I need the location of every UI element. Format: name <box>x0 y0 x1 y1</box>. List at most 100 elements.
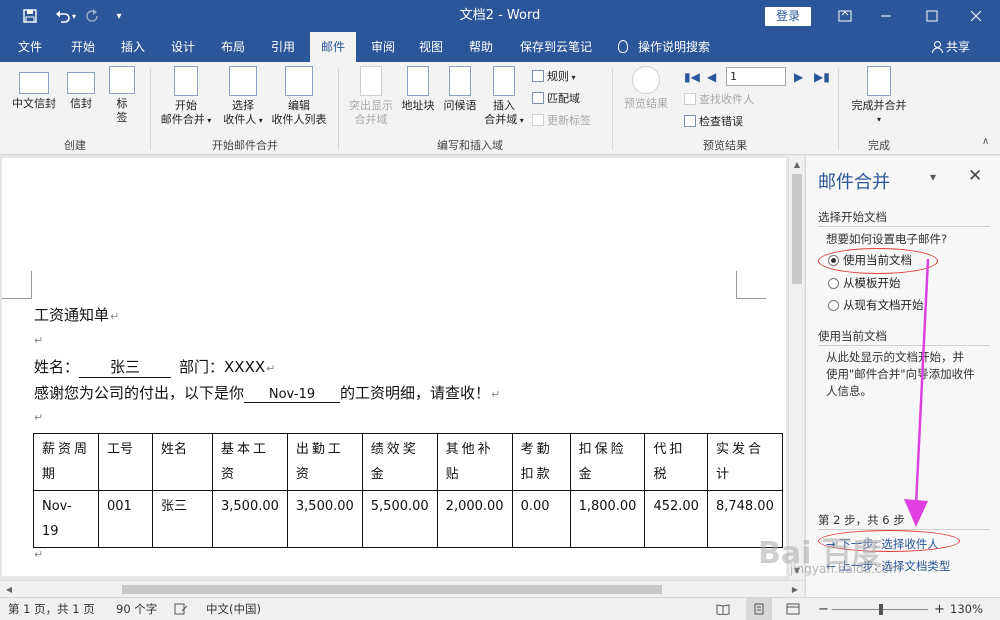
scroll-right-icon[interactable]: ▶ <box>788 581 802 598</box>
table-row: Nov- 19 001 张三 3,500.00 3,500.00 5,500.00… <box>33 490 783 548</box>
proofing-icon[interactable] <box>174 598 188 620</box>
tab-layout[interactable]: 布局 <box>210 32 256 62</box>
redo-icon[interactable] <box>82 0 104 32</box>
ribbon-tabs: 文件 开始 插入 设计 布局 引用 邮件 审阅 视图 帮助 保存到云笔记 操作说… <box>0 32 1000 62</box>
tab-help[interactable]: 帮助 <box>458 32 504 62</box>
read-mode-icon[interactable] <box>716 598 730 620</box>
zoom-in-icon[interactable]: + <box>934 598 945 620</box>
edit-recipient-list-label-2: 收件人列表 <box>271 113 327 126</box>
print-layout-icon[interactable] <box>746 598 772 620</box>
table-cell: 其他补贴 <box>436 433 513 491</box>
tab-insert[interactable]: 插入 <box>110 32 156 62</box>
group-separator <box>612 68 613 150</box>
zoom-slider-handle[interactable] <box>879 604 883 615</box>
zoom-out-icon[interactable]: − <box>818 598 829 620</box>
zoom-level[interactable]: 130% <box>950 598 983 620</box>
table-cell: 考勤 扣款 <box>511 433 571 491</box>
insert-merge-field-button[interactable]: 插入 合并域 ▾ <box>480 66 528 128</box>
table-cell: 工号 <box>98 433 153 491</box>
minimize-icon[interactable] <box>866 0 906 32</box>
tab-save-to-cloud-notes[interactable]: 保存到云笔记 <box>510 32 602 62</box>
share-button[interactable]: 共享 <box>932 32 970 62</box>
table-cell: 1,800.00 <box>569 490 646 548</box>
select-recipients-button[interactable]: 选择 收件人 ▾ <box>218 66 268 128</box>
status-bar: 第 1 页，共 1 页 90 个字 中文(中国) − + 130% <box>0 597 1000 620</box>
highlight-merge-fields-label-2: 合并域 <box>354 113 388 126</box>
pane-title: 邮件合并 <box>818 172 890 193</box>
collapse-ribbon-icon[interactable]: ∧ <box>982 136 989 147</box>
horizontal-scroll-thumb[interactable] <box>122 585 662 594</box>
pane-close-icon[interactable]: ✕ <box>968 166 982 186</box>
document-area: 工资通知单↵ ↵ 姓名： 张三 部门：XXXX↵ 感谢您为公司的付出，以下是你 Nov… <box>0 156 788 580</box>
last-record-icon[interactable]: ▶▮ <box>814 70 830 84</box>
envelope-label: 信封 <box>70 97 92 110</box>
customize-qat-icon[interactable]: ▾ <box>110 0 128 32</box>
pane-divider <box>818 226 990 227</box>
highlight-fields-icon <box>360 66 382 96</box>
envelope-icon <box>67 72 95 94</box>
horizontal-scrollbar[interactable]: ◀ ▶ <box>0 580 804 597</box>
close-icon[interactable] <box>956 0 996 32</box>
address-block-label: 地址块 <box>401 99 435 112</box>
start-mail-merge-button[interactable]: 开始 邮件合并 ▾ <box>158 66 214 128</box>
preview-results-button[interactable]: 预览结果 <box>618 66 674 111</box>
pane-options-icon[interactable]: ▾ <box>930 170 936 184</box>
tab-file[interactable]: 文件 <box>8 32 52 62</box>
tab-mailings[interactable]: 邮件 <box>310 32 356 62</box>
save-icon[interactable] <box>18 0 42 32</box>
table-cell: 薪资周期 <box>33 433 99 491</box>
vertical-scroll-thumb[interactable] <box>792 174 802 284</box>
word-count[interactable]: 90 个字 <box>116 598 157 620</box>
previous-record-icon[interactable]: ◀ <box>707 70 716 84</box>
address-block-button[interactable]: 地址块 <box>398 66 438 113</box>
login-button[interactable]: 登录 <box>765 7 811 26</box>
greeting-line-label: 问候语 <box>443 99 477 112</box>
record-number-input[interactable]: 1 <box>726 67 786 86</box>
select-recipients-label-1: 选择 <box>232 99 254 112</box>
first-record-icon[interactable]: ▮◀ <box>684 70 700 84</box>
tab-home[interactable]: 开始 <box>60 32 106 62</box>
tab-design[interactable]: 设计 <box>160 32 206 62</box>
update-labels-button[interactable]: 更新标签 <box>532 112 591 130</box>
tab-view[interactable]: 视图 <box>408 32 454 62</box>
name-merge-field: 张三 <box>79 356 172 378</box>
match-fields-button[interactable]: 匹配域 <box>532 90 580 108</box>
match-fields-label: 匹配域 <box>547 92 580 105</box>
tell-me-search[interactable]: 操作说明搜索 <box>618 32 710 62</box>
web-layout-icon[interactable] <box>786 598 800 620</box>
chinese-envelope-button[interactable]: 中文信封 <box>8 66 60 111</box>
labels-button[interactable]: 标 签 <box>104 66 140 125</box>
edit-recipient-list-button[interactable]: 编辑 收件人列表 <box>268 66 330 127</box>
name-label: 姓名： <box>34 358 80 376</box>
check-errors-label: 检查错误 <box>699 115 743 128</box>
next-record-icon[interactable]: ▶ <box>794 70 803 84</box>
scroll-left-icon[interactable]: ◀ <box>2 581 16 598</box>
scroll-up-icon[interactable]: ▲ <box>789 158 805 172</box>
greeting-line-button[interactable]: 问候语 <box>440 66 480 113</box>
radio-start-from-template[interactable]: 从模板开始 <box>828 275 901 291</box>
table-cell: Nov- 19 <box>33 490 99 548</box>
thanks-prefix: 感谢您为公司的付出，以下是你 <box>34 384 245 402</box>
language-indicator[interactable]: 中文(中国) <box>206 598 261 620</box>
envelope-icon <box>19 72 49 94</box>
page-count[interactable]: 第 1 页，共 1 页 <box>8 598 95 620</box>
ribbon-display-options-icon[interactable] <box>825 0 865 32</box>
highlight-merge-fields-button[interactable]: 突出显示 合并域 <box>344 66 398 127</box>
rules-button[interactable]: 规则 ▾ <box>532 68 576 86</box>
envelope-button[interactable]: 信封 <box>62 66 100 111</box>
table-cell: 姓名 <box>152 433 213 491</box>
vertical-scrollbar[interactable]: ▲ ▼ <box>788 156 804 580</box>
check-errors-button[interactable]: 检查错误 <box>684 113 743 131</box>
chevron-down-icon: ▾ <box>876 115 881 124</box>
rules-icon <box>532 70 544 82</box>
document-page[interactable]: 工资通知单↵ ↵ 姓名： 张三 部门：XXXX↵ 感谢您为公司的付出，以下是你 Nov… <box>2 158 786 576</box>
maximize-icon[interactable] <box>912 0 952 32</box>
recipients-icon <box>229 66 257 96</box>
undo-dropdown-icon[interactable]: ▾ <box>68 0 80 32</box>
find-recipient-button[interactable]: 查找收件人 <box>684 91 754 109</box>
find-recipient-icon <box>684 93 696 105</box>
tab-review[interactable]: 审阅 <box>360 32 406 62</box>
group-label-start-merge: 开始邮件合并 <box>212 139 278 152</box>
finish-and-merge-button[interactable]: 完成并合并 ▾ <box>844 66 914 127</box>
tab-references[interactable]: 引用 <box>260 32 306 62</box>
